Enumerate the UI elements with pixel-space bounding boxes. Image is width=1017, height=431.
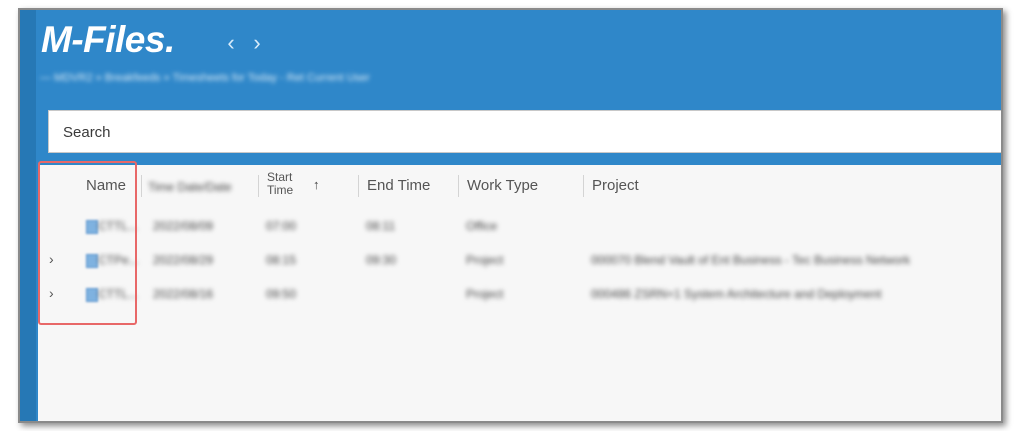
row-name: CTTL... bbox=[98, 287, 139, 301]
list-item[interactable]: › CTTL... 2022/08/16 09:50 Project 00048… bbox=[38, 277, 1001, 311]
listing-pane: Name Time Date/Date Start Time ↑ End Tim… bbox=[38, 165, 1001, 421]
row-start-time: 08:15 bbox=[266, 253, 297, 267]
row-work-type: Project bbox=[466, 253, 504, 267]
row-start-time: 07:00 bbox=[266, 219, 297, 233]
row-name: CTTL... bbox=[98, 219, 139, 233]
window-left-edge bbox=[20, 10, 36, 421]
expand-chevron-icon[interactable]: › bbox=[49, 285, 54, 301]
m-files-window: M-Files. ‹ › — MDVR2 » Breakfeeds » Time… bbox=[18, 8, 1003, 423]
column-separator[interactable] bbox=[358, 175, 359, 197]
logo-dot: . bbox=[164, 19, 175, 60]
row-start-time: 09:50 bbox=[266, 287, 297, 301]
column-header-start-time[interactable]: Start Time bbox=[267, 171, 307, 205]
timesheet-document-icon bbox=[86, 254, 98, 268]
row-date: 2022/08/09 bbox=[153, 219, 214, 233]
logo-text: M-Files bbox=[41, 19, 165, 60]
sort-ascending-icon[interactable]: ↑ bbox=[313, 177, 320, 192]
row-name: CTPe... bbox=[98, 253, 139, 267]
row-project: 000486 ZSRN+1 System Architecture and De… bbox=[591, 287, 882, 301]
row-date: 2022/08/16 bbox=[153, 287, 214, 301]
column-separator[interactable] bbox=[458, 175, 459, 197]
app-header: M-Files. ‹ › — MDVR2 » Breakfeeds » Time… bbox=[36, 10, 1001, 110]
row-end-time: 09:30 bbox=[366, 253, 397, 267]
row-end-time: 08:11 bbox=[366, 219, 396, 233]
row-work-type: Office bbox=[466, 219, 498, 233]
forward-arrow-icon[interactable]: › bbox=[246, 32, 268, 54]
m-files-logo: M-Files. bbox=[41, 18, 175, 62]
timesheet-document-icon bbox=[86, 220, 98, 234]
column-header-work-type[interactable]: Work Type bbox=[467, 169, 538, 203]
search-bar[interactable] bbox=[48, 110, 1001, 154]
column-header-name[interactable]: Name bbox=[86, 169, 126, 203]
column-header-end-time[interactable]: End Time bbox=[367, 169, 430, 203]
column-separator[interactable] bbox=[141, 175, 142, 197]
column-separator[interactable] bbox=[258, 175, 259, 197]
breadcrumb[interactable]: — MDVR2 » Breakfeeds » Timesheets for To… bbox=[40, 71, 370, 85]
timesheet-document-icon bbox=[86, 288, 98, 302]
search-input[interactable] bbox=[61, 111, 665, 154]
list-item[interactable]: › CTPe... 2022/08/29 08:15 09:30 Project… bbox=[38, 243, 1001, 277]
row-work-type: Project bbox=[466, 287, 504, 301]
row-project: 000070 Blend Vault of Ent Business - Tec… bbox=[591, 253, 911, 267]
column-header-project[interactable]: Project bbox=[592, 169, 639, 203]
column-separator[interactable] bbox=[583, 175, 584, 197]
list-item[interactable]: CTTL... 2022/08/09 07:00 08:11 Office bbox=[38, 209, 1001, 243]
back-arrow-icon[interactable]: ‹ bbox=[220, 32, 242, 54]
expand-chevron-icon[interactable]: › bbox=[49, 251, 54, 267]
row-date: 2022/08/29 bbox=[153, 253, 214, 267]
